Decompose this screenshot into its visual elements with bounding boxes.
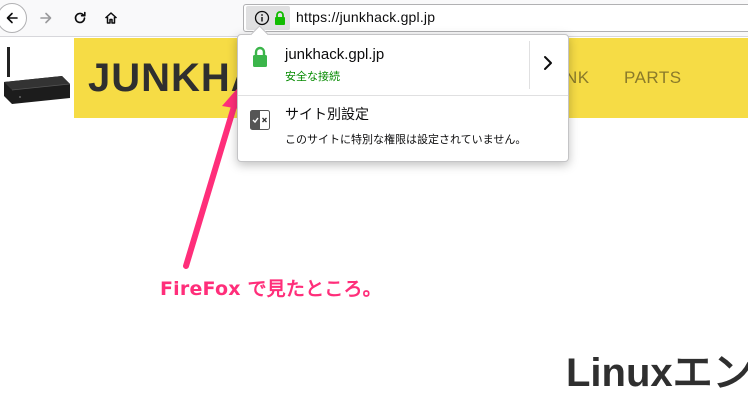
popup-divider xyxy=(238,95,568,96)
popup-domain: junkhack.gpl.jp xyxy=(285,46,385,63)
expand-chevron-icon[interactable] xyxy=(538,53,558,73)
permissions-icon xyxy=(250,110,270,130)
site-identity-popup: junkhack.gpl.jp 安全な接続 サイト別設定 このサイトに特別な権限… xyxy=(237,25,569,162)
secure-lock-icon xyxy=(253,46,267,67)
permissions-description: このサイトに特別な権限は設定されていません。 xyxy=(285,133,527,146)
annotation-text: FireFox で見たところ。 xyxy=(160,278,382,300)
popup-vertical-divider xyxy=(529,41,530,89)
secure-connection-label: 安全な接続 xyxy=(285,70,340,83)
permissions-title: サイト別設定 xyxy=(285,107,369,123)
